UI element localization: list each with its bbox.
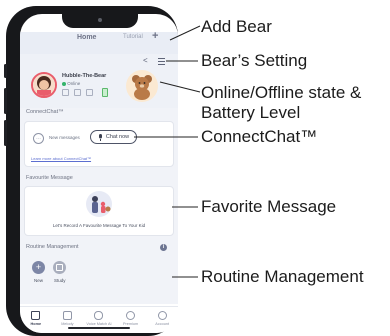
- callout-state-line2: Battery Level: [201, 103, 301, 122]
- callout-add-bear: Add Bear: [201, 17, 272, 36]
- callout-connectchat: ConnectChat™: [201, 127, 318, 146]
- callout-state-line1: Online/Offline state &: [201, 83, 362, 102]
- callout-favorite-message: Favorite Message: [201, 197, 337, 216]
- callout-bear-setting: Bear’s Setting: [201, 51, 308, 70]
- callout-line-state: [159, 81, 201, 93]
- callout-routine-management: Routine Management: [201, 267, 364, 286]
- callout-line-add-bear: [169, 25, 201, 41]
